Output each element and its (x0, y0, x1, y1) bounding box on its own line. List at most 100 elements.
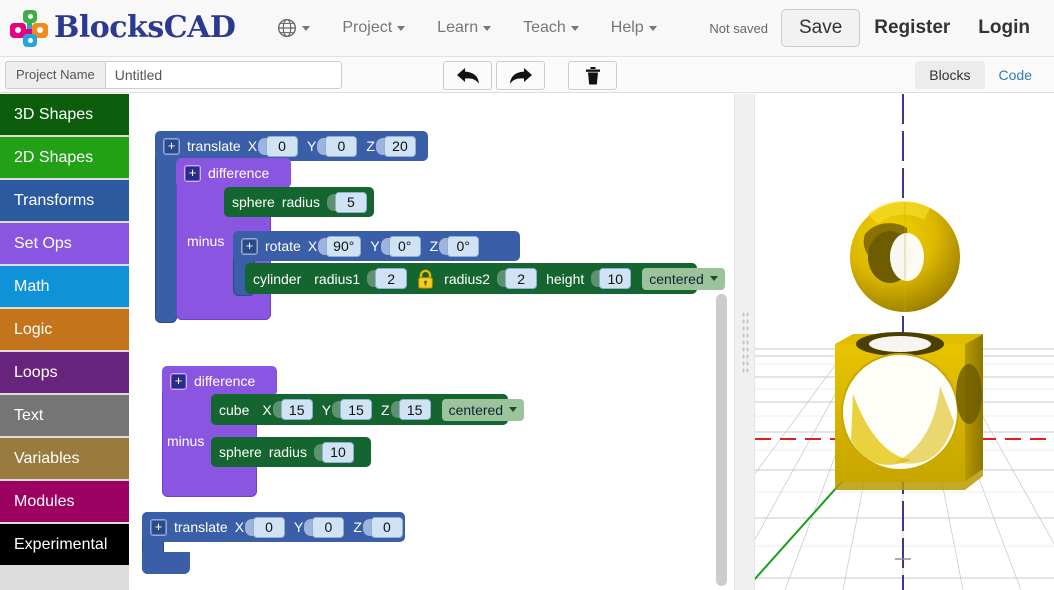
sidebar-item-label: Text (14, 407, 43, 425)
language-selector[interactable] (261, 0, 326, 56)
block-sphere-1[interactable]: sphere radius 5 (224, 187, 374, 217)
rotate-z-field[interactable]: 0° (447, 236, 479, 257)
axis-label: X (248, 138, 257, 154)
translate-bottom-z-field[interactable]: 0 (371, 517, 403, 538)
project-name-input[interactable] (105, 61, 342, 89)
sidebar-item-3d-shapes[interactable]: 3D Shapes (0, 94, 129, 135)
block-label: difference (208, 165, 269, 181)
axis-label: Z (430, 238, 439, 254)
axis-label: Z (353, 519, 362, 535)
brand-name: BlocksCAD (54, 13, 235, 43)
redo-button[interactable] (496, 61, 545, 90)
rotate-y-field[interactable]: 0° (389, 236, 421, 257)
block-label: cylinder (253, 271, 301, 287)
login-link[interactable]: Login (964, 17, 1044, 39)
sidebar-item-experimental[interactable]: Experimental (0, 524, 129, 565)
3d-viewport[interactable] (755, 94, 1054, 590)
nav-item-project[interactable]: Project (326, 0, 421, 56)
chevron-down-icon (509, 407, 517, 412)
sidebar-item-logic[interactable]: Logic (0, 309, 129, 350)
top-navbar: BlocksCAD Project Learn Teach Help (0, 0, 1054, 57)
translate-bottom-y-field[interactable]: 0 (312, 517, 344, 538)
translate-x-field[interactable]: 0 (266, 136, 298, 157)
plus-icon[interactable]: + (184, 165, 201, 182)
nav-item-learn[interactable]: Learn (421, 0, 507, 56)
nav-item-help[interactable]: Help (595, 0, 673, 56)
block-rotate-1-header[interactable]: + rotate X 90° Y 0° Z 0° (233, 231, 520, 261)
chevron-down-icon (483, 26, 491, 31)
lock-icon[interactable] (416, 269, 435, 289)
sidebar-item-math[interactable]: Math (0, 266, 129, 307)
cylinder-centered-dropdown[interactable]: centered (642, 268, 724, 290)
plus-icon[interactable]: + (170, 373, 187, 390)
difference-1-minus-label: minus (187, 233, 224, 249)
sidebar-item-text[interactable]: Text (0, 395, 129, 436)
cube-centered-dropdown[interactable]: centered (442, 399, 524, 421)
block-label: translate (187, 138, 241, 154)
sidebar-item-modules[interactable]: Modules (0, 481, 129, 522)
plus-icon[interactable]: + (241, 238, 258, 255)
workspace-scrollbar-thumb[interactable] (716, 294, 727, 586)
axis-label: Z (366, 138, 375, 154)
cube-y-field[interactable]: 15 (340, 399, 372, 420)
save-button[interactable]: Save (781, 9, 860, 48)
brand-logo[interactable]: BlocksCAD (10, 9, 235, 47)
chevron-down-icon (571, 26, 579, 31)
axis-label: X (235, 519, 244, 535)
chevron-down-icon (710, 276, 718, 281)
blocks-workspace[interactable]: + translate X 0 Y 0 Z 20 + difference mi… (129, 94, 734, 590)
block-cylinder-1[interactable]: cylinder radius1 2 radius2 2 height 10 c… (245, 263, 697, 294)
cylinder-height-field[interactable]: 10 (599, 268, 631, 289)
tab-code[interactable]: Code (985, 61, 1046, 89)
block-label: sphere (219, 444, 262, 460)
field-label: radius2 (444, 271, 490, 287)
field-label: radius (269, 444, 307, 460)
edit-actions-group (443, 61, 617, 90)
dropdown-value: centered (449, 402, 503, 418)
block-sphere-2[interactable]: sphere radius 10 (211, 437, 371, 467)
register-link[interactable]: Register (860, 17, 964, 39)
sphere-2-radius-field[interactable]: 10 (322, 442, 354, 463)
axis-label: Y (307, 138, 316, 154)
difference-2-minus-label: minus (167, 433, 204, 449)
sidebar-item-variables[interactable]: Variables (0, 438, 129, 479)
axis-label: Z (381, 402, 390, 418)
translate-z-field[interactable]: 20 (384, 136, 416, 157)
block-translate-bottom-header[interactable]: + translate X 0 Y 0 Z 0 (142, 512, 405, 542)
trash-can-icon (585, 66, 601, 86)
plus-icon[interactable]: + (150, 519, 167, 536)
cylinder-radius2-field[interactable]: 2 (505, 268, 537, 289)
nav-item-teach[interactable]: Teach (507, 0, 595, 56)
cube-with-spherical-cavity (835, 332, 983, 490)
block-label: difference (194, 373, 255, 389)
tab-blocks[interactable]: Blocks (915, 61, 984, 89)
sphere-1-radius-field[interactable]: 5 (335, 192, 367, 213)
block-translate-bottom-foot[interactable] (142, 552, 190, 574)
sidebar-item-label: Experimental (14, 536, 107, 554)
panel-splitter[interactable] (734, 94, 755, 590)
sidebar-item-2d-shapes[interactable]: 2D Shapes (0, 137, 129, 178)
rotate-x-field[interactable]: 90° (326, 236, 361, 257)
save-status: Not saved (709, 21, 768, 36)
cube-z-field[interactable]: 15 (399, 399, 431, 420)
block-cube-1[interactable]: cube X 15 Y 15 Z 15 centered (211, 394, 508, 425)
undo-button[interactable] (443, 61, 492, 90)
plus-icon[interactable]: + (163, 138, 180, 155)
block-label: translate (174, 519, 228, 535)
sidebar-item-loops[interactable]: Loops (0, 352, 129, 393)
nav-item-project-label: Project (342, 19, 392, 37)
sidebar-item-transforms[interactable]: Transforms (0, 180, 129, 221)
nav-item-learn-label: Learn (437, 19, 478, 37)
view-tabs: Blocks Code (915, 61, 1054, 89)
sidebar-item-label: Transforms (14, 192, 94, 210)
block-translate-top-header[interactable]: + translate X 0 Y 0 Z 20 (155, 131, 428, 161)
delete-button[interactable] (568, 61, 617, 90)
workspace-scrollbar-track[interactable] (716, 294, 727, 586)
cube-x-field[interactable]: 15 (281, 399, 313, 420)
block-difference-2-header[interactable]: + difference (162, 366, 277, 396)
sidebar-item-set-ops[interactable]: Set Ops (0, 223, 129, 264)
translate-y-field[interactable]: 0 (325, 136, 357, 157)
translate-bottom-x-field[interactable]: 0 (253, 517, 285, 538)
cylinder-radius1-field[interactable]: 2 (375, 268, 407, 289)
block-difference-1-header[interactable]: + difference (176, 158, 291, 188)
